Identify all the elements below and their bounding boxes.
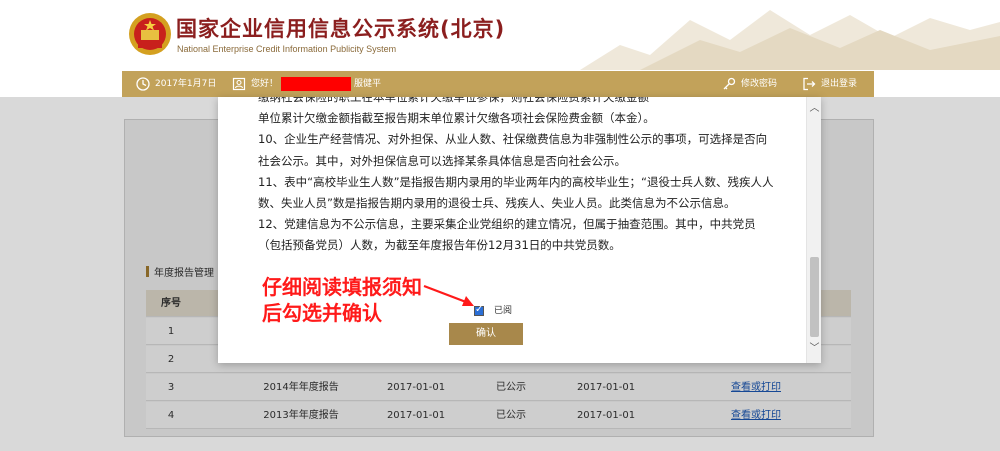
mountain-decoration (580, 10, 1000, 70)
user-greeting: 您好！ 服健平 (232, 71, 381, 97)
key-icon (723, 77, 736, 89)
logout-icon (803, 77, 816, 90)
modal-scrollbar[interactable]: ︿ ﹀ (806, 97, 821, 363)
scroll-up-icon[interactable]: ︿ (807, 103, 821, 115)
company-suffix: 服健平 (354, 79, 382, 89)
annotation-line-2: 后勾选并确认 (262, 301, 382, 325)
notice-paragraph: 11、表中“高校毕业生人数”是指报告期内录用的毕业两年内的高校毕业生；“退役士兵… (258, 174, 774, 211)
date-display: 2017年1月7日 (136, 71, 216, 97)
greeting-text: 您好！ (251, 79, 279, 89)
scroll-down-icon[interactable]: ﹀ (807, 343, 821, 355)
user-toolbar: 2017年1月7日 您好！ 服健平 修改密码 退出登录 (122, 71, 874, 97)
agreement-label: 已阅 (494, 306, 513, 316)
instruction-annotation: 仔细阅读填报须知 后勾选并确认 (262, 274, 422, 326)
user-card-icon (232, 77, 246, 90)
confirm-button[interactable]: 确认 (449, 323, 523, 345)
notice-paragraph: 12、党建信息为不公示信息，主要采集企业党组织的建立情况，但属于抽查范围。其中，… (258, 217, 756, 253)
annotation-arrow-icon (423, 284, 474, 306)
notice-paragraph: 10、企业生产经营情况、对外担保、从业人数、社保缴费信息为非强制性公示的事项，可… (258, 132, 768, 168)
change-password-label: 修改密码 (741, 79, 778, 89)
site-title: 国家企业信用信息公示系统(北京) (176, 17, 506, 41)
clock-icon (136, 76, 150, 91)
site-header: 国家企业信用信息公示系统(北京) National Enterprise Cre… (0, 0, 1000, 70)
national-emblem-icon (129, 13, 171, 55)
site-subtitle: National Enterprise Credit Information P… (177, 44, 397, 54)
notice-content: 缴纳社会保险的职工在本单位累计欠缴单位参保，则社会保险费累计欠缴金额 单位累计欠… (258, 97, 778, 257)
scroll-thumb[interactable] (810, 257, 819, 337)
change-password-link[interactable]: 修改密码 (722, 71, 777, 97)
notice-paragraph: 单位累计欠缴金额指截至报告期末单位累计欠缴各项社会保险费金额（本金）。 (258, 111, 655, 126)
date-text: 2017年1月7日 (155, 79, 217, 89)
logout-link[interactable]: 退出登录 (802, 71, 857, 97)
redacted-company-name (281, 76, 352, 91)
notice-paragraph: 缴纳社会保险的职工在本单位累计欠缴单位参保，则社会保险费累计欠缴金额 (258, 97, 649, 104)
annotation-line-1: 仔细阅读填报须知 (262, 275, 422, 299)
logout-label: 退出登录 (821, 79, 858, 89)
